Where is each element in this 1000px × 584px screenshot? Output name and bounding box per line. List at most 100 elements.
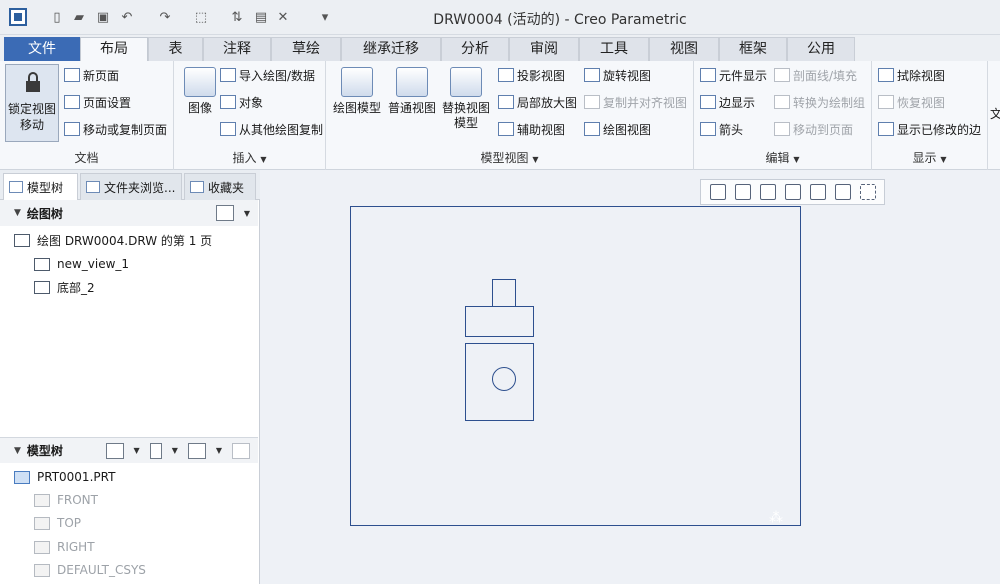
group-label-edit[interactable]: 编辑 ▼ <box>694 149 871 166</box>
tree-item-bottom-view[interactable]: 底部_2 <box>34 277 95 297</box>
drawing-sheet-border[interactable] <box>350 206 801 526</box>
tree-settings-icon[interactable] <box>215 205 234 221</box>
tree-item-label: FRONT <box>57 493 98 507</box>
dropdown-arrow-icon: ▼ <box>793 155 800 164</box>
datum-plane-icon <box>34 493 50 507</box>
arrow-button[interactable]: 箭头 <box>700 119 743 139</box>
show-modified-edges-button[interactable]: 显示已修改的边 <box>878 119 981 139</box>
drawing-model-icon <box>341 67 373 97</box>
convert-group-icon <box>774 95 790 109</box>
tab-layout[interactable]: 布局 <box>80 37 148 61</box>
drawing-tree-header[interactable]: ▼ 绘图树 ▼ <box>0 200 258 226</box>
tools-icon[interactable] <box>149 442 162 459</box>
group-label-model-views[interactable]: 模型视图 ▼ <box>326 149 693 166</box>
tab-table[interactable]: 表 <box>148 37 203 61</box>
tree-item-label: 底部_2 <box>57 280 95 295</box>
convert-to-group-button[interactable]: 转换为绘制组 <box>774 92 865 112</box>
replace-view-model-button[interactable]: 替换视图 模型 <box>440 67 492 131</box>
auxiliary-view-button[interactable]: 辅助视图 <box>498 119 565 139</box>
dropdown-arrow-icon[interactable]: ▼ <box>244 209 250 218</box>
tree-item-right[interactable]: RIGHT <box>34 537 95 557</box>
tab-frame[interactable]: 框架 <box>719 37 787 61</box>
sheets-icon[interactable] <box>834 184 851 200</box>
tree-item-front[interactable]: FRONT <box>34 490 98 510</box>
tab-view[interactable]: 视图 <box>649 37 719 61</box>
tab-model-tree[interactable]: 模型树 <box>3 173 78 200</box>
annotation-display-icon[interactable] <box>859 184 876 200</box>
move-copy-page-icon <box>64 122 80 136</box>
hatch-button[interactable]: 剖面线/填充 <box>774 65 857 85</box>
collapse-icon[interactable]: ▼ <box>14 446 21 456</box>
component-display-button[interactable]: 元件显示 <box>700 65 767 85</box>
tab-review[interactable]: 审阅 <box>509 37 579 61</box>
dropdown-arrow-icon[interactable]: ▼ <box>216 446 222 455</box>
display-style-icon[interactable] <box>809 184 826 200</box>
copy-from-drawing-label: 从其他绘图复制 <box>239 122 324 137</box>
revolved-view-button[interactable]: 旋转视图 <box>584 65 651 85</box>
tab-folder-browser[interactable]: 文件夹浏览... <box>80 173 182 200</box>
import-drawing-button[interactable]: 导入绘图/数据 <box>220 65 315 85</box>
tree-filter-icon[interactable] <box>232 442 250 459</box>
view-top-body[interactable] <box>465 306 534 337</box>
general-view-button[interactable]: 普通视图 <box>386 67 438 116</box>
edge-display-button[interactable]: 边显示 <box>700 92 755 112</box>
tab-common[interactable]: 公用 <box>787 37 855 61</box>
refit-icon[interactable] <box>709 184 726 200</box>
dropdown-arrow-icon[interactable]: ▼ <box>172 446 178 455</box>
zoom-out-icon[interactable] <box>759 184 776 200</box>
new-page-icon <box>64 68 80 82</box>
show-icon[interactable] <box>105 442 124 459</box>
collapse-icon[interactable]: ▼ <box>14 208 21 218</box>
auxiliary-view-icon <box>498 122 514 136</box>
model-tree-title: 模型树 <box>26 444 63 458</box>
group-label-display[interactable]: 显示 ▼ <box>872 149 987 166</box>
image-button[interactable]: 图像 <box>180 67 220 116</box>
copy-from-drawing-button[interactable]: 从其他绘图复制 <box>220 119 323 139</box>
zoom-in-icon[interactable] <box>734 184 751 200</box>
drawing-model-button[interactable]: 绘图模型 <box>332 67 382 116</box>
replace-view-label-2: 模型 <box>453 116 478 130</box>
drawing-view-button[interactable]: 绘图视图 <box>584 119 651 139</box>
drawing-view-label: 绘图视图 <box>603 122 652 137</box>
revolved-view-label: 旋转视图 <box>603 68 652 83</box>
truncated-ribbon-item[interactable]: 文 <box>990 105 1000 122</box>
dropdown-arrow-icon[interactable]: ▼ <box>134 446 140 455</box>
lock-view-move-button[interactable]: 锁定视图 移动 <box>5 64 59 142</box>
model-tree-header[interactable]: ▼ 模型树 ▼ ▼ ▼ <box>0 437 258 463</box>
view-top-boss[interactable] <box>492 279 516 307</box>
tree-item-part[interactable]: PRT0001.PRT <box>14 467 115 487</box>
group-label-insert[interactable]: 插入 ▼ <box>174 149 325 166</box>
view-hole-circle[interactable] <box>492 367 516 391</box>
tree-item-drawing-sheet[interactable]: 绘图 DRW0004.DRW 的第 1 页 <box>14 230 212 250</box>
resume-view-icon <box>878 95 894 109</box>
tree-item-top[interactable]: TOP <box>34 513 81 533</box>
tab-analysis[interactable]: 分析 <box>441 37 509 61</box>
tree-item-new-view[interactable]: new_view_1 <box>34 254 129 274</box>
tab-sketch[interactable]: 草绘 <box>271 37 341 61</box>
projection-view-button[interactable]: 投影视图 <box>498 65 565 85</box>
new-page-button[interactable]: 新页面 <box>64 65 119 85</box>
drawing-view-icon <box>584 122 600 136</box>
move-copy-page-button[interactable]: 移动或复制页面 <box>64 119 167 139</box>
detail-view-button[interactable]: 局部放大图 <box>498 92 577 112</box>
erase-view-button[interactable]: 拭除视图 <box>878 65 945 85</box>
move-to-page-button[interactable]: 移动到页面 <box>774 119 853 139</box>
tree-settings-icon[interactable] <box>187 442 206 459</box>
page-setup-button[interactable]: 页面设置 <box>64 92 131 112</box>
repaint-icon[interactable] <box>784 184 801 200</box>
revolved-view-icon <box>584 68 600 82</box>
component-display-label: 元件显示 <box>719 68 768 83</box>
tab-favorites[interactable]: 收藏夹 <box>184 173 256 200</box>
group-display: 拭除视图 恢复视图 显示已修改的边 显示 ▼ <box>872 61 988 170</box>
object-button[interactable]: 对象 <box>220 92 263 112</box>
tab-annotate[interactable]: 注释 <box>203 37 271 61</box>
copy-align-view-button[interactable]: 复制并对齐视图 <box>584 92 687 112</box>
tab-tools[interactable]: 工具 <box>579 37 649 61</box>
drawing-canvas[interactable]: ⁂ <box>261 170 1000 584</box>
tab-file[interactable]: 文件 <box>4 37 80 61</box>
model-tree-tab-label: 模型树 <box>27 180 64 195</box>
tree-item-default-csys[interactable]: DEFAULT_CSYS <box>34 560 146 580</box>
tab-legacy-migration[interactable]: 继承迁移 <box>341 37 441 61</box>
component-display-icon <box>700 68 716 82</box>
resume-view-button[interactable]: 恢复视图 <box>878 92 945 112</box>
